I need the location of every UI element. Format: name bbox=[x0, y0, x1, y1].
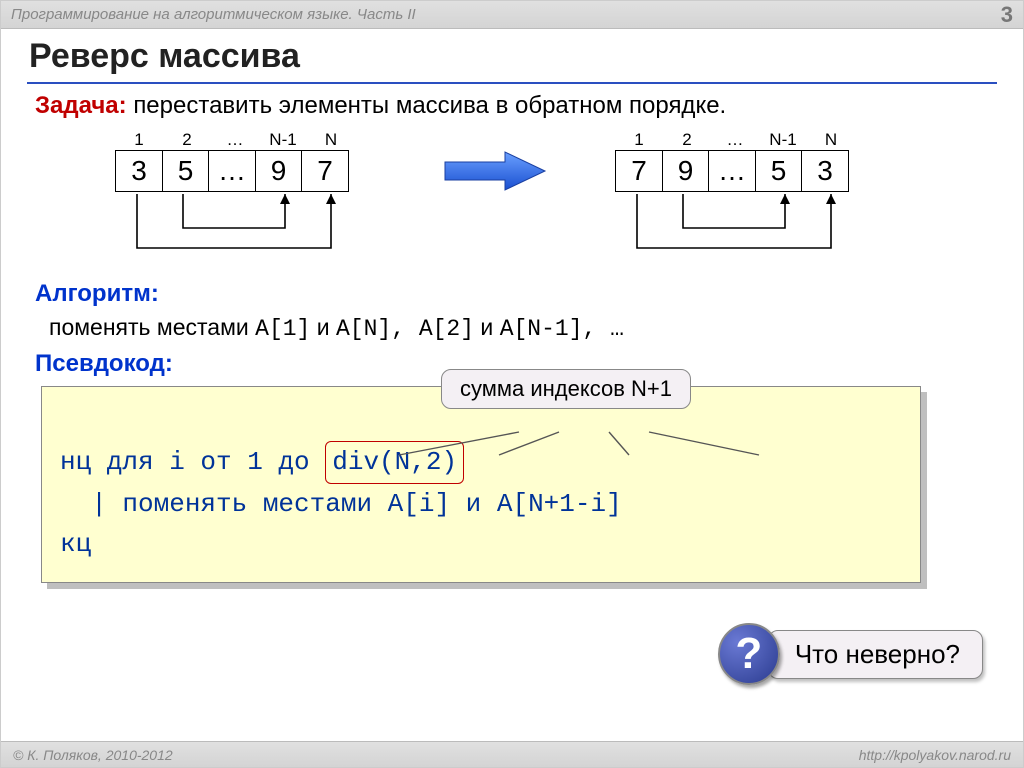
cell: 5 bbox=[755, 150, 803, 192]
idx: N-1 bbox=[759, 130, 807, 150]
idx: N bbox=[807, 130, 855, 150]
swap-arrows-left bbox=[113, 192, 363, 262]
footer-bar: © К. Поляков, 2010-2012 http://kpolyakov… bbox=[1, 741, 1023, 767]
footer-copyright: © К. Поляков, 2010-2012 bbox=[13, 747, 173, 763]
code-line: нц для i от 1 до bbox=[60, 447, 325, 477]
task-label: Задача: bbox=[35, 92, 127, 119]
array-right: 1 2 … N-1 N 7 9 … 5 3 bbox=[615, 130, 855, 192]
idx: N bbox=[307, 130, 355, 150]
code: A[N] bbox=[336, 316, 391, 342]
code: A[N-1] bbox=[500, 316, 583, 342]
array-left: 1 2 … N-1 N 3 5 … 9 7 bbox=[115, 130, 355, 192]
header-bar: Программирование на алгоритмическом язык… bbox=[1, 1, 1023, 29]
page-number: 3 bbox=[1001, 2, 1013, 28]
cell: … bbox=[708, 150, 756, 192]
idx: … bbox=[711, 130, 759, 150]
cell: 9 bbox=[662, 150, 710, 192]
cell: … bbox=[208, 150, 256, 192]
header-title: Программирование на алгоритмическом язык… bbox=[11, 6, 416, 23]
cell: 7 bbox=[301, 150, 349, 192]
code: A[1] bbox=[255, 316, 310, 342]
tooltip-sum-indices: сумма индексов N+1 bbox=[441, 369, 691, 409]
algo-text: поменять местами A[1] и A[N], A[2] и A[N… bbox=[49, 314, 989, 342]
algo-label: Алгоритм: bbox=[35, 280, 989, 308]
question-callout: ? Что неверно? bbox=[718, 623, 983, 685]
question-mark-icon: ? bbox=[718, 623, 780, 685]
code-line: | поменять местами A[i] и A[N+1-i] bbox=[60, 489, 622, 519]
question-text: Что неверно? bbox=[768, 630, 983, 679]
cell: 9 bbox=[255, 150, 303, 192]
arrow-right-icon bbox=[435, 146, 555, 196]
cell: 5 bbox=[162, 150, 210, 192]
idx: 2 bbox=[163, 130, 211, 150]
cell: 7 bbox=[615, 150, 663, 192]
content-area: Задача: переставить элементы массива в о… bbox=[1, 92, 1023, 583]
slide-title: Реверс массива bbox=[1, 29, 1023, 80]
cell: 3 bbox=[115, 150, 163, 192]
task-line: Задача: переставить элементы массива в о… bbox=[35, 92, 989, 120]
task-text: переставить элементы массива в обратном … bbox=[133, 92, 726, 119]
idx: N-1 bbox=[259, 130, 307, 150]
code-line: кц bbox=[60, 529, 91, 559]
title-underline bbox=[27, 82, 997, 84]
code: A[2] bbox=[419, 316, 474, 342]
swap-arrows-right bbox=[613, 192, 863, 262]
algo-prefix: поменять местами bbox=[49, 314, 255, 340]
idx: … bbox=[211, 130, 259, 150]
cell: 3 bbox=[801, 150, 849, 192]
array-diagram: 1 2 … N-1 N 3 5 … 9 7 bbox=[35, 130, 989, 280]
idx: 1 bbox=[115, 130, 163, 150]
footer-url: http://kpolyakov.narod.ru bbox=[859, 747, 1011, 763]
idx: 1 bbox=[615, 130, 663, 150]
idx: 2 bbox=[663, 130, 711, 150]
